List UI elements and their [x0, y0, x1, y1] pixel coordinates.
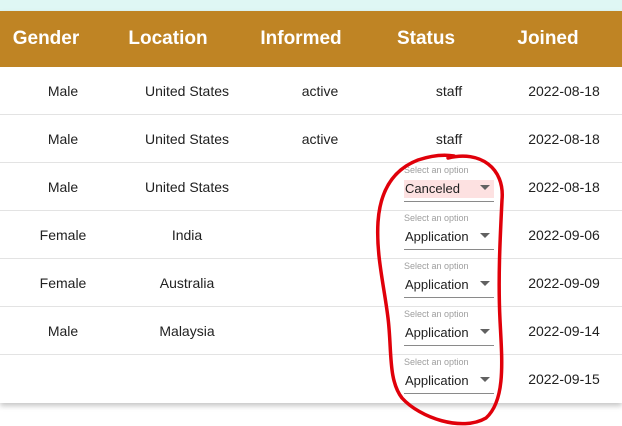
status-select[interactable]: Select an option Canceled — [404, 165, 494, 202]
select-label: Select an option — [404, 261, 469, 271]
status-cell: staff — [435, 83, 463, 99]
informed-cell: active — [301, 83, 339, 99]
table-row: Male United States active staff 2022-08-… — [0, 67, 622, 115]
joined-cell: 2022-08-18 — [528, 83, 600, 99]
select-label: Select an option — [404, 309, 469, 319]
top-strip — [0, 0, 622, 11]
location-cell: United States — [144, 131, 230, 147]
gender-cell — [0, 355, 126, 403]
joined-cell: 2022-08-18 — [528, 131, 600, 147]
status-select[interactable]: Select an option Application — [404, 309, 494, 346]
select-label: Select an option — [404, 213, 469, 223]
data-table: Gender Location Informed Status Joined M… — [0, 11, 622, 403]
location-cell: India — [171, 227, 203, 243]
status-select[interactable]: Select an option Application — [404, 357, 494, 394]
joined-cell: 2022-09-09 — [528, 275, 600, 291]
gender-cell: Male — [47, 323, 79, 339]
caret-down-icon[interactable] — [480, 281, 490, 286]
gender-cell: Male — [47, 131, 79, 147]
select-label: Select an option — [404, 357, 469, 367]
location-cell — [126, 355, 248, 403]
status-select[interactable]: Select an option Application — [404, 261, 494, 298]
caret-down-icon[interactable] — [480, 329, 490, 334]
header-joined[interactable]: Joined — [498, 11, 598, 67]
status-select[interactable]: Select an option Application — [404, 213, 494, 250]
select-label: Select an option — [404, 165, 469, 175]
joined-cell: 2022-09-15 — [528, 371, 600, 387]
status-select-value: Application — [405, 277, 469, 292]
header-gender[interactable]: Gender — [0, 11, 92, 67]
location-cell: United States — [144, 83, 230, 99]
joined-cell: 2022-09-06 — [528, 227, 600, 243]
status-cell: staff — [435, 131, 463, 147]
caret-down-icon[interactable] — [480, 233, 490, 238]
table-row: Male Malaysia Select an option Applicati… — [0, 307, 622, 355]
gender-cell: Female — [39, 227, 87, 243]
table-header: Gender Location Informed Status Joined — [0, 11, 622, 67]
status-select-value: Application — [405, 373, 469, 388]
location-cell: United States — [144, 179, 230, 195]
header-status[interactable]: Status — [376, 11, 476, 67]
table-row: Male United States active staff 2022-08-… — [0, 115, 622, 163]
header-informed[interactable]: Informed — [246, 11, 356, 67]
gender-cell: Male — [47, 179, 79, 195]
location-cell: Malaysia — [159, 323, 215, 339]
table-row: Male United States Select an option Canc… — [0, 163, 622, 211]
table-row: Female Australia Select an option Applic… — [0, 259, 622, 307]
status-select-value: Application — [405, 325, 469, 340]
caret-down-icon[interactable] — [480, 377, 490, 382]
table-row: Select an option Application 2022-09-15 — [0, 355, 622, 403]
joined-cell: 2022-08-18 — [528, 179, 600, 195]
informed-cell: active — [301, 131, 339, 147]
location-cell: Australia — [159, 275, 215, 291]
status-select-value: Application — [405, 229, 469, 244]
joined-cell: 2022-09-14 — [528, 323, 600, 339]
header-location[interactable]: Location — [112, 11, 224, 67]
gender-cell: Male — [47, 83, 79, 99]
caret-down-icon[interactable] — [480, 185, 490, 190]
table-row: Female India Select an option Applicatio… — [0, 211, 622, 259]
gender-cell: Female — [39, 275, 87, 291]
